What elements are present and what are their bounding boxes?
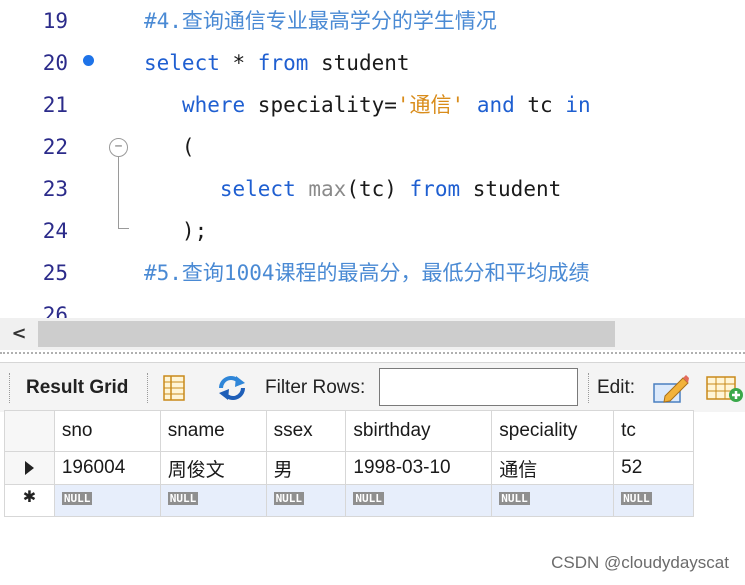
null-badge: NULL (61, 492, 93, 505)
line-number: 23 (42, 177, 68, 201)
new-row[interactable]: ✱ NULL NULL NULL NULL NULL NULL (4, 484, 694, 517)
code-line[interactable]: 26 (0, 294, 745, 318)
code-text[interactable]: ); (144, 210, 207, 252)
table-row[interactable]: 196004 周俊文男 1998-03-10 通信 52 (4, 451, 694, 485)
sql-editor[interactable]: − 19 #4.查询通信专业最高学分的学生情况 20 select * from st… (0, 0, 745, 318)
code-token: '通信' (396, 93, 465, 117)
null-badge: NULL (167, 492, 199, 505)
null-badge: NULL (499, 492, 530, 505)
edit-row-pencil-icon[interactable] (653, 374, 689, 403)
column-header-speciality[interactable]: speciality (491, 410, 615, 452)
code-token: student (460, 177, 562, 201)
current-row-arrow-icon (24, 460, 34, 475)
new-cell-ssex[interactable]: NULL (265, 484, 347, 517)
scrollbar-thumb[interactable] (38, 321, 615, 347)
new-row-asterisk-icon: ✱ (22, 489, 37, 506)
column-header-sbirthday[interactable]: sbirthday (345, 410, 493, 452)
code-token: from (257, 51, 309, 75)
code-token: from (409, 177, 461, 201)
editor-horizontal-scrollbar[interactable]: < (0, 318, 745, 350)
code-text[interactable]: ( (144, 126, 195, 168)
code-token: select (144, 51, 220, 75)
code-text[interactable]: #4.查询通信专业最高学分的学生情况 (144, 0, 497, 42)
result-table: sno sname ssex sbirthday speciality tc 196004… (4, 410, 694, 517)
code-token: student (308, 51, 410, 75)
code-line[interactable]: 19 #4.查询通信专业最高学分的学生情况 (0, 0, 745, 42)
column-header-ssex[interactable]: ssex (265, 410, 347, 452)
code-text[interactable]: where speciality='通信' and tc in (144, 84, 591, 126)
refresh-icon[interactable] (216, 374, 245, 402)
cell-ssex[interactable]: 男 (265, 451, 347, 485)
null-badge: NULL (621, 492, 652, 505)
panel-splitter[interactable] (0, 352, 745, 358)
add-row-icon[interactable] (706, 374, 744, 402)
line-number: 21 (42, 93, 68, 117)
code-token: tc (514, 93, 566, 117)
result-grid-tab[interactable]: Result Grid (26, 375, 128, 401)
line-number: 25 (42, 261, 68, 285)
grid-corner-cell[interactable] (4, 410, 55, 452)
cell-speciality[interactable]: 通信 (491, 451, 615, 485)
form-editor-icon[interactable] (160, 374, 188, 402)
code-token: #4.查询通信专业最高学分的学生情况 (144, 9, 497, 33)
code-token: where (181, 93, 246, 117)
code-text[interactable]: select max(tc) from student (144, 168, 561, 210)
line-number: 24 (42, 219, 68, 243)
filter-rows-label: Filter Rows: (265, 377, 366, 398)
code-token: * (219, 51, 258, 75)
code-token: (tc) (346, 177, 410, 201)
table-header-row: sno sname ssex sbirthday speciality tc (4, 410, 694, 452)
code-token: in (565, 93, 591, 117)
code-text[interactable]: select * from student (144, 42, 410, 84)
line-number: 26 (42, 303, 68, 318)
row-selector[interactable] (4, 451, 55, 485)
code-token: and (476, 93, 515, 117)
column-header-tc[interactable]: tc (613, 410, 694, 452)
code-token: max (308, 177, 347, 201)
line-number: 20 (42, 51, 68, 75)
new-cell-tc[interactable]: NULL (613, 484, 694, 517)
line-number: 19 (42, 9, 68, 33)
result-toolbar: Result Grid Filter Rows: Edit: (0, 362, 745, 412)
cell-sname[interactable]: 周俊文 (159, 451, 267, 485)
cell-tc[interactable]: 52 (613, 451, 694, 485)
new-cell-sbirthday[interactable]: NULL (345, 484, 493, 517)
code-text[interactable]: #5.查询1004课程的最高分，最低分和平均成绩 (144, 252, 590, 294)
code-line[interactable]: 23 select max(tc) from student (0, 168, 745, 210)
watermark: CSDN @cloudydayscat (551, 553, 729, 572)
code-line[interactable]: 24 ); (0, 210, 745, 252)
code-line[interactable]: 25 #5.查询1004课程的最高分，最低分和平均成绩 (0, 252, 745, 294)
toolbar-separator (9, 373, 10, 403)
code-token: ); (144, 219, 208, 243)
code-line[interactable]: 21 where speciality='通信' and tc in (0, 84, 745, 126)
code-token: #5.查询1004课程的最高分，最低分和平均成绩 (144, 261, 590, 285)
result-grid[interactable]: sno sname ssex sbirthday speciality tc 196004… (4, 410, 694, 520)
toolbar-separator (588, 373, 589, 403)
column-header-sname[interactable]: sname (159, 410, 267, 452)
code-token: speciality= (245, 93, 397, 117)
null-badge: NULL (353, 492, 384, 505)
code-token: select (219, 177, 296, 201)
edit-label: Edit: (597, 377, 636, 398)
code-line[interactable]: 20 select * from student (0, 42, 745, 84)
scroll-left-arrow-icon[interactable]: < (6, 322, 32, 346)
cell-sno[interactable]: 196004 (53, 451, 161, 485)
new-cell-sno[interactable]: NULL (53, 484, 161, 517)
cell-sbirthday[interactable]: 1998-03-10 (345, 451, 493, 485)
row-selector[interactable]: ✱ (4, 484, 55, 517)
null-badge: NULL (273, 492, 305, 505)
toolbar-separator (147, 373, 148, 403)
line-number: 22 (42, 135, 68, 159)
new-cell-sname[interactable]: NULL (159, 484, 267, 517)
new-cell-speciality[interactable]: NULL (491, 484, 615, 517)
filter-rows-input[interactable] (379, 368, 578, 406)
code-token: ( (144, 135, 195, 159)
column-header-sno[interactable]: sno (53, 410, 161, 452)
code-line[interactable]: 22 ( (0, 126, 745, 168)
